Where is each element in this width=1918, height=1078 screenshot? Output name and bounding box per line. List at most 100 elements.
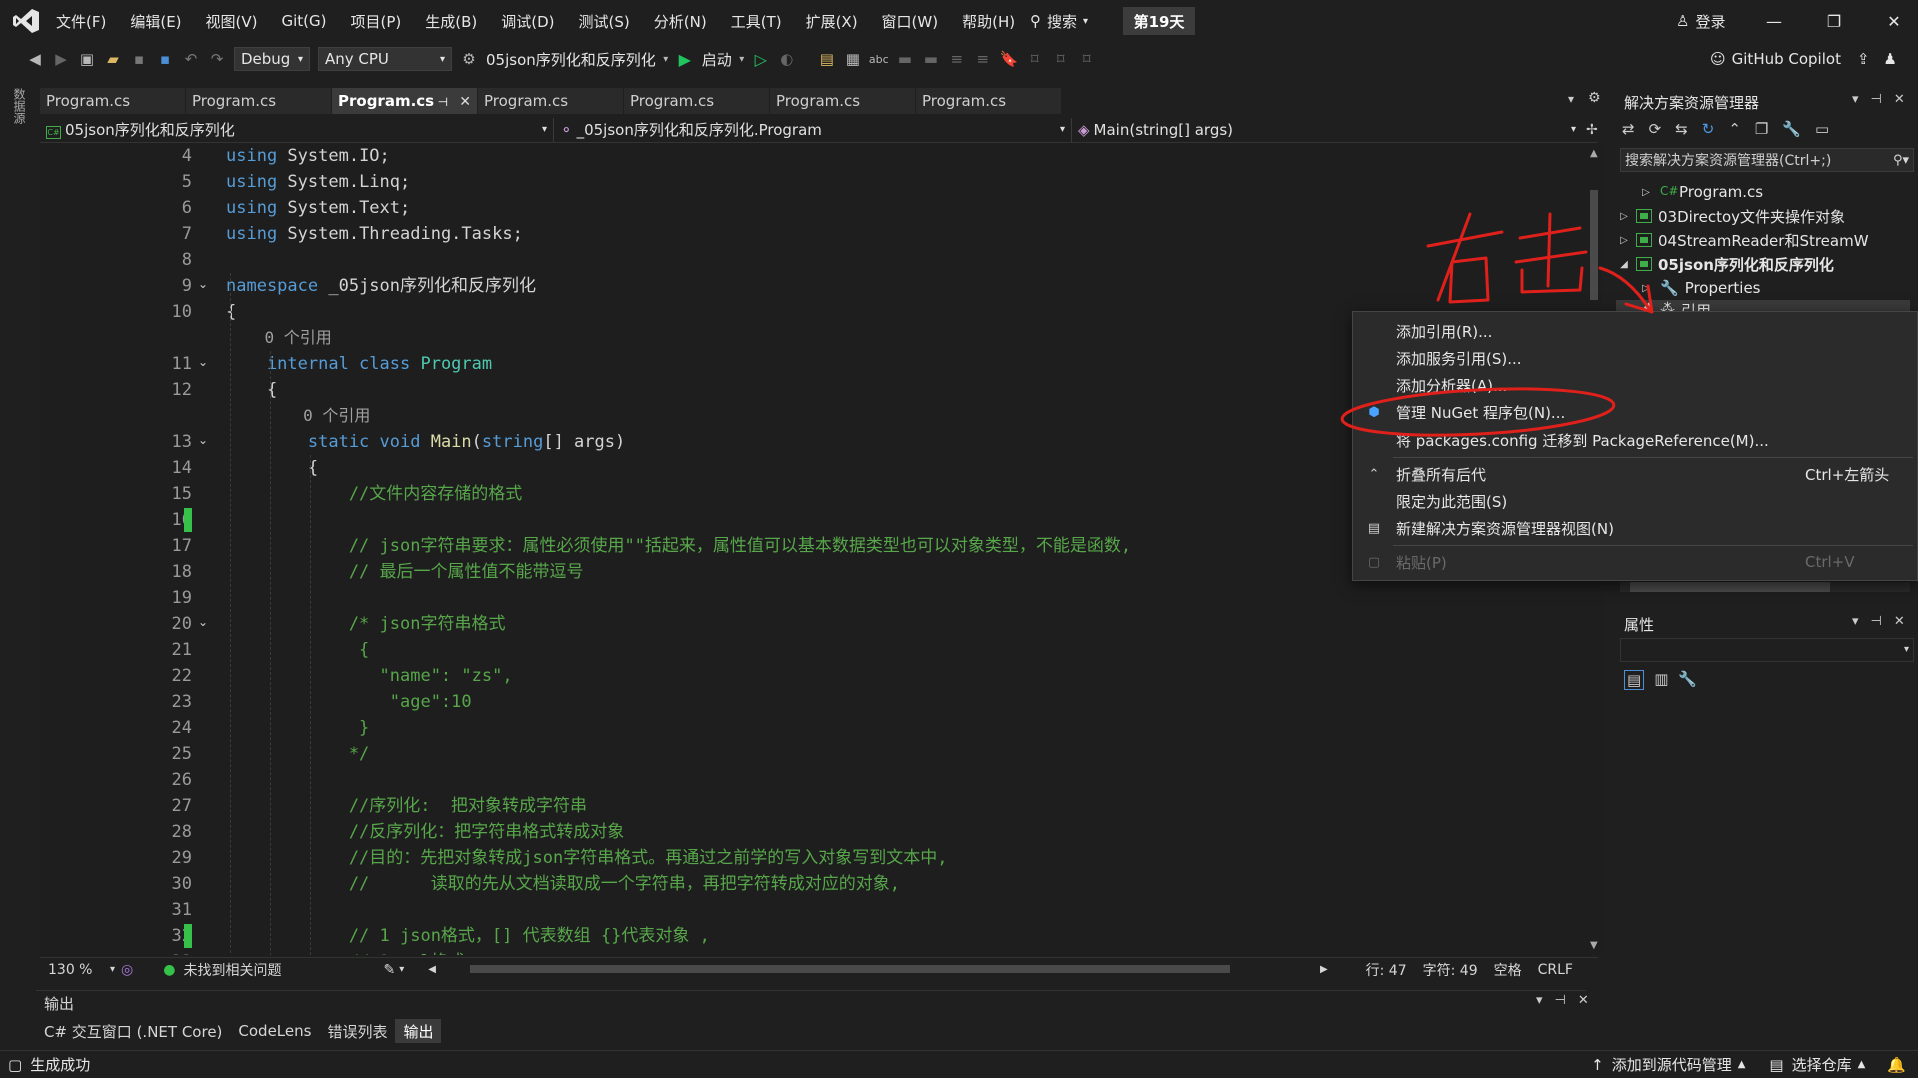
zoom-level[interactable]: 130 % <box>40 962 110 978</box>
upload-icon[interactable]: ↑ <box>1591 1056 1604 1074</box>
scroll-up-icon[interactable]: ▲ <box>1590 148 1598 159</box>
expand-arrow-icon[interactable]: ▷ <box>1616 211 1632 222</box>
settings-gear-icon[interactable]: ⚙ <box>1588 90 1601 106</box>
close-tab-icon[interactable]: ✕ <box>459 94 471 110</box>
menu-item-migrate-packages[interactable]: 将 packages.config 迁移到 PackageReference(M… <box>1353 427 1917 453</box>
whitespace-mode[interactable]: 空格 <box>1486 960 1530 980</box>
restore-button[interactable]: ❐ <box>1814 6 1854 36</box>
indent-icon[interactable]: ≡ <box>944 46 970 72</box>
code-line[interactable]: 26 <box>40 767 1600 793</box>
github-copilot-button[interactable]: ☺ GitHub Copilot ⇪ ♟ <box>1710 46 1897 72</box>
hot-reload-icon[interactable]: ◐ <box>774 46 800 72</box>
horizontal-scrollbar-thumb[interactable] <box>470 965 1230 973</box>
login-button[interactable]: ♙ 登录 <box>1676 9 1725 33</box>
chevron-down-icon[interactable]: ▾ <box>110 964 115 975</box>
panel-menu-icon[interactable]: ▾ <box>1852 92 1859 107</box>
menu-window[interactable]: 窗口(W) <box>870 11 951 32</box>
expand-arrow-icon[interactable]: ▷ <box>1638 187 1654 198</box>
code-line[interactable]: 6 using System.Text; <box>40 195 1600 221</box>
pin-icon[interactable]: ⊣ <box>1871 614 1882 629</box>
code-line[interactable]: 7 using System.Threading.Tasks; <box>40 221 1600 247</box>
redo-icon[interactable]: ↷ <box>204 46 230 72</box>
sync-icon[interactable]: ⇄ <box>1622 120 1635 138</box>
code-line[interactable]: 33 // 2 xml格式 <box>40 949 1600 955</box>
chevron-up-icon[interactable]: ▲ <box>1738 1059 1746 1070</box>
menu-project[interactable]: 项目(P) <box>339 11 414 32</box>
scroll-down-icon[interactable]: ▼ <box>1590 940 1598 951</box>
code-line[interactable]: 4 using System.IO; <box>40 143 1600 169</box>
configuration-dropdown[interactable]: Debug ▾ <box>234 47 310 71</box>
menu-extensions[interactable]: 扩展(X) <box>794 11 870 32</box>
editor-tab[interactable]: Program.cs <box>916 88 1062 114</box>
line-ending[interactable]: CRLF <box>1530 962 1581 978</box>
save-all-icon[interactable]: ▪ <box>152 46 178 72</box>
save-icon[interactable]: ▪ <box>126 46 152 72</box>
clear-bookmarks-icon[interactable]: ⌑ <box>1074 46 1100 72</box>
categorized-icon[interactable]: ▤ <box>1624 670 1645 690</box>
chevron-down-icon[interactable]: ▾ <box>399 964 404 975</box>
feedback-icon[interactable]: ♟ <box>1884 50 1897 68</box>
fold-toggle-icon[interactable]: ⌄ <box>198 277 208 291</box>
editor-tab[interactable]: Program.cs <box>770 88 916 114</box>
select-repository-button[interactable]: 选择仓库 <box>1792 1054 1852 1075</box>
code-line[interactable]: 22 "name": "zs", <box>40 663 1600 689</box>
menu-test[interactable]: 测试(S) <box>567 11 642 32</box>
expand-arrow-icon[interactable]: ▷ <box>1616 235 1632 246</box>
menu-item-add-reference[interactable]: 添加引用(R)... <box>1353 318 1917 344</box>
open-folder-icon[interactable]: ▰ <box>100 46 126 72</box>
menu-file[interactable]: 文件(F) <box>44 11 118 32</box>
scrollbar-thumb[interactable] <box>1590 190 1598 300</box>
menu-item-collapse-descendants[interactable]: ⌃ 折叠所有后代 Ctrl+左箭头 <box>1353 461 1917 487</box>
tree-item-project[interactable]: ▷ 04StreamReader和StreamW <box>1616 228 1868 252</box>
minimize-button[interactable]: — <box>1754 6 1794 36</box>
code-line[interactable]: 21 { <box>40 637 1600 663</box>
menu-analyze[interactable]: 分析(N) <box>642 11 719 32</box>
editor-tab[interactable]: Program.cs <box>40 88 186 114</box>
preview-icon[interactable]: ▭ <box>1815 120 1829 138</box>
collapse-arrow-icon[interactable]: ◢ <box>1616 259 1632 270</box>
fold-toggle-icon[interactable]: ⌄ <box>198 433 208 447</box>
type-dropdown[interactable]: ⚬ _05json序列化和反序列化.Program ▾ <box>554 117 1072 142</box>
pin-icon[interactable]: ⊣ <box>1555 993 1566 1008</box>
tab-overflow-icon[interactable]: ▾ <box>1568 92 1574 106</box>
menu-item-add-analyzer[interactable]: 添加分析器(A)... <box>1353 372 1917 398</box>
project-dropdown[interactable]: C# 05json序列化和反序列化 ▾ <box>40 117 554 142</box>
code-line[interactable]: 30 // 读取的先从文档读取成一个字符串，再把字符转成对应的对象, <box>40 871 1600 897</box>
property-pages-icon[interactable]: 🔧 <box>1678 670 1697 690</box>
menu-build[interactable]: 生成(B) <box>413 11 489 32</box>
menu-git[interactable]: Git(G) <box>270 12 339 30</box>
layout-icon[interactable]: ▦ <box>840 46 866 72</box>
close-panel-icon[interactable]: ✕ <box>1894 614 1905 629</box>
show-all-files-icon[interactable]: ❐ <box>1755 120 1768 138</box>
start-button[interactable]: 启动 <box>698 49 736 70</box>
back-icon[interactable]: ◀ <box>22 46 48 72</box>
split-window-icon[interactable]: ✢ <box>1586 122 1598 138</box>
code-line[interactable]: 24 } <box>40 715 1600 741</box>
solution-horizontal-scrollbar[interactable] <box>1620 582 1910 592</box>
member-dropdown[interactable]: ◈ Main(string[] args) ▾ <box>1072 118 1582 142</box>
tab-csharp-interactive[interactable]: C# 交互窗口 (.NET Core) <box>36 1019 230 1043</box>
menu-help[interactable]: 帮助(H) <box>950 11 1027 32</box>
comment-icon[interactable]: ▬ <box>892 46 918 72</box>
refresh-icon[interactable]: ↻ <box>1702 120 1715 138</box>
outdent-icon[interactable]: ≡ <box>970 46 996 72</box>
code-line[interactable]: 27 //序列化: 把对象转成字符串 <box>40 793 1600 819</box>
editor-tab[interactable]: Program.cs <box>186 88 332 114</box>
search-button[interactable]: ⚲ 搜索 ▾ <box>1030 9 1088 33</box>
code-line[interactable]: 19 <box>40 585 1600 611</box>
editor-tab-active[interactable]: Program.cs ⊣ ✕ <box>332 88 478 114</box>
prev-bookmark-icon[interactable]: ⌑ <box>1022 46 1048 72</box>
panel-menu-icon[interactable]: ▾ <box>1852 614 1859 629</box>
forward-icon[interactable]: ▶ <box>48 46 74 72</box>
copilot-status-icon[interactable]: ◎ <box>121 962 133 978</box>
chevron-up-icon[interactable]: ▲ <box>1858 1059 1866 1070</box>
start-without-debugging-icon[interactable]: ▷ <box>748 46 774 72</box>
menu-item-scope-to-this[interactable]: 限定为此范围(S) <box>1353 488 1917 514</box>
properties-wrench-icon[interactable]: 🔧 <box>1782 120 1801 138</box>
code-cleanup-icon[interactable]: ✎ <box>383 962 395 978</box>
solution-folder-icon[interactable]: ▤ <box>814 46 840 72</box>
panel-menu-icon[interactable]: ▾ <box>1536 993 1543 1008</box>
tree-item-startup-project[interactable]: ◢ 05json序列化和反序列化 <box>1616 252 1834 276</box>
properties-object-dropdown[interactable]: ▾ <box>1620 638 1914 662</box>
menu-tools[interactable]: 工具(T) <box>719 11 794 32</box>
